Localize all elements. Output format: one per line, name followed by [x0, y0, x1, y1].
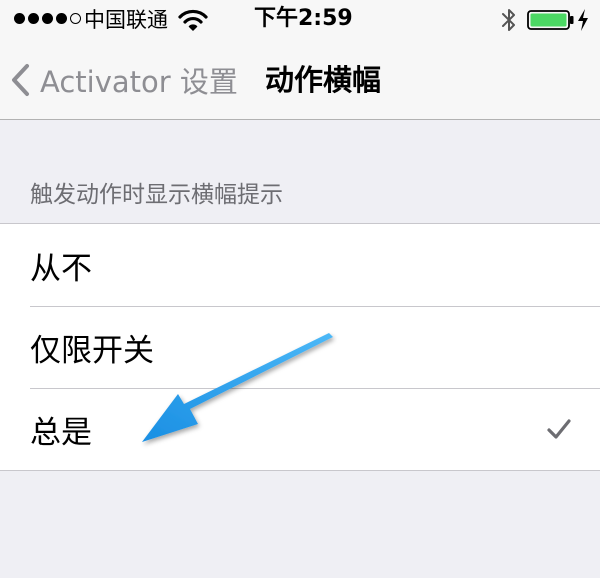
back-button[interactable]: Activator 设置	[10, 58, 238, 102]
battery-icon	[527, 10, 574, 30]
section-header: 触发动作时显示横幅提示	[30, 182, 283, 208]
status-bar: 中国联通 下午2:59	[0, 0, 600, 40]
option-row-toggles-only[interactable]: 仅限开关	[0, 306, 600, 388]
signal-dot	[42, 13, 53, 24]
page-title: 动作横幅	[265, 63, 382, 97]
carrier-name: 中国联通	[84, 8, 168, 32]
signal-strength-icon	[14, 13, 81, 24]
option-list: 从不 仅限开关 总是	[0, 223, 600, 471]
back-button-label: Activator 设置	[40, 65, 238, 99]
charging-bolt-icon	[578, 9, 588, 31]
checkmark-icon	[547, 419, 571, 439]
option-row-always[interactable]: 总是	[0, 388, 600, 470]
signal-dot	[14, 13, 25, 24]
signal-dot-empty	[70, 13, 81, 24]
option-label: 从不	[30, 250, 92, 287]
option-label: 仅限开关	[30, 332, 154, 369]
option-row-never[interactable]: 从不	[0, 224, 600, 306]
navigation-bar: Activator 设置 动作横幅	[0, 40, 600, 120]
signal-dot	[28, 13, 39, 24]
status-time: 下午2:59	[254, 6, 353, 31]
signal-dot	[56, 13, 67, 24]
wifi-icon	[178, 9, 208, 31]
bluetooth-icon	[502, 9, 515, 31]
settings-screen: 中国联通 下午2:59 Activator 设置 动作横幅 触发动作时显示横幅提…	[0, 0, 600, 578]
option-label: 总是	[30, 414, 92, 451]
chevron-left-icon	[12, 64, 29, 96]
